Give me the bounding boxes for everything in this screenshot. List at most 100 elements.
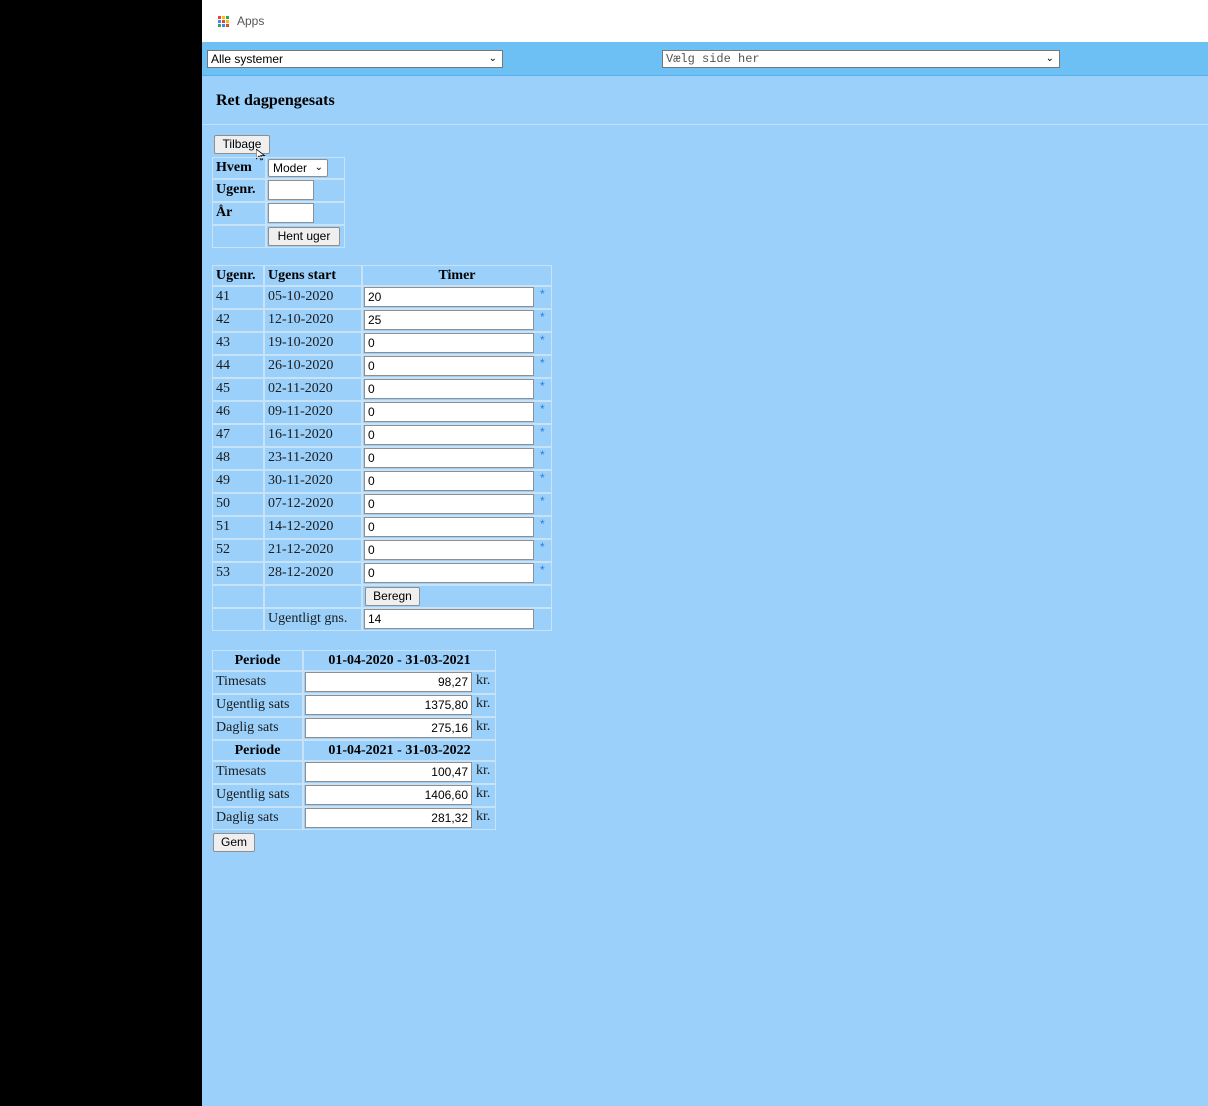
week-number-cell: 44 [212, 355, 264, 378]
rate-label: Timesats [212, 761, 303, 784]
who-label: Hvem [212, 157, 266, 179]
weeks-header-hours: Timer [362, 265, 552, 286]
calculate-button[interactable]: Beregn [365, 587, 420, 606]
week-number-cell: 45 [212, 378, 264, 401]
week-start-cell: 19-10-2020 [264, 332, 362, 355]
week-number-cell: 49 [212, 470, 264, 493]
week-start-cell: 16-11-2020 [264, 424, 362, 447]
currency-unit: kr. [476, 809, 491, 824]
rate-label: Daglig sats [212, 717, 303, 740]
who-select[interactable]: Moder ⌄ [268, 159, 328, 177]
system-select-value: Alle systemer [211, 52, 284, 66]
chevron-down-icon: ⌄ [488, 53, 497, 64]
rate-value-input[interactable]: 1406,60 [305, 785, 472, 805]
empty-cell [212, 608, 264, 631]
hours-input[interactable]: 0 [364, 402, 534, 422]
week-number-cell: 48 [212, 447, 264, 470]
weeks-header-start: Ugens start [264, 265, 362, 286]
hours-input[interactable]: 0 [364, 379, 534, 399]
required-asterisk: * [540, 494, 545, 508]
required-asterisk: * [540, 540, 545, 554]
bookmarks-bar: Apps [202, 0, 1208, 42]
week-number-cell: 46 [212, 401, 264, 424]
required-asterisk: * [540, 333, 545, 347]
rate-label: Daglig sats [212, 807, 303, 830]
currency-unit: kr. [476, 719, 491, 734]
week-label: Ugenr. [212, 179, 266, 202]
hours-input[interactable]: 0 [364, 448, 534, 468]
hours-input[interactable]: 0 [364, 356, 534, 376]
empty-cell [264, 585, 362, 608]
required-asterisk: * [540, 563, 545, 577]
average-label: Ugentligt gns. [264, 608, 362, 631]
week-number-cell: 53 [212, 562, 264, 585]
empty-cell [212, 585, 264, 608]
weeks-header-week: Ugenr. [212, 265, 264, 286]
title-divider [202, 124, 1208, 125]
fetch-weeks-button[interactable]: Hent uger [268, 227, 340, 246]
period-range: 01-04-2020 - 31-03-2021 [303, 650, 496, 671]
rate-value-input[interactable]: 281,32 [305, 808, 472, 828]
required-asterisk: * [540, 310, 545, 324]
required-asterisk: * [540, 517, 545, 531]
rate-label: Ugentlig sats [212, 694, 303, 717]
required-asterisk: * [540, 425, 545, 439]
currency-unit: kr. [476, 786, 491, 801]
page-title: Ret dagpengesats [216, 92, 335, 109]
required-asterisk: * [540, 356, 545, 370]
week-input[interactable] [268, 180, 314, 200]
apps-bookmark[interactable]: Apps [237, 14, 264, 28]
currency-unit: kr. [476, 696, 491, 711]
week-start-cell: 07-12-2020 [264, 493, 362, 516]
year-input[interactable] [268, 203, 314, 223]
hours-input[interactable]: 25 [364, 310, 534, 330]
rate-value-input[interactable]: 98,27 [305, 672, 472, 692]
week-start-cell: 26-10-2020 [264, 355, 362, 378]
chevron-down-icon: ⌄ [314, 162, 323, 173]
week-start-cell: 23-11-2020 [264, 447, 362, 470]
week-start-cell: 14-12-2020 [264, 516, 362, 539]
week-number-cell: 52 [212, 539, 264, 562]
week-number-cell: 42 [212, 309, 264, 332]
required-asterisk: * [540, 287, 545, 301]
week-start-cell: 21-12-2020 [264, 539, 362, 562]
week-number-cell: 47 [212, 424, 264, 447]
save-button[interactable]: Gem [213, 833, 255, 852]
period-label: Periode [212, 650, 303, 671]
hours-input[interactable]: 0 [364, 471, 534, 491]
page-select[interactable]: Vælg side her ⌄ [662, 50, 1060, 68]
hours-input[interactable]: 0 [364, 540, 534, 560]
chevron-down-icon: ⌄ [1045, 53, 1054, 64]
hours-input[interactable]: 20 [364, 287, 534, 307]
who-select-value: Moder [273, 161, 308, 175]
empty-cell [212, 225, 266, 248]
hours-input[interactable]: 0 [364, 333, 534, 353]
rate-value-input[interactable]: 275,16 [305, 718, 472, 738]
week-start-cell: 05-10-2020 [264, 286, 362, 309]
average-input[interactable]: 14 [364, 609, 534, 629]
page-select-value: Vælg side her [666, 52, 760, 66]
system-bar: Alle systemer ⌄ Vælg side her ⌄ [202, 42, 1208, 76]
rate-value-input[interactable]: 1375,80 [305, 695, 472, 715]
week-start-cell: 09-11-2020 [264, 401, 362, 424]
week-number-cell: 50 [212, 493, 264, 516]
required-asterisk: * [540, 471, 545, 485]
rate-label: Ugentlig sats [212, 784, 303, 807]
week-number-cell: 43 [212, 332, 264, 355]
hours-input[interactable]: 0 [364, 494, 534, 514]
week-start-cell: 30-11-2020 [264, 470, 362, 493]
browser-viewport: Apps Alle systemer ⌄ Vælg side her ⌄ Ret… [202, 0, 1208, 1106]
hours-input[interactable]: 0 [364, 425, 534, 445]
rate-label: Timesats [212, 671, 303, 694]
apps-grid-icon[interactable] [218, 15, 229, 27]
week-start-cell: 02-11-2020 [264, 378, 362, 401]
required-asterisk: * [540, 379, 545, 393]
currency-unit: kr. [476, 673, 491, 688]
hours-input[interactable]: 0 [364, 563, 534, 583]
week-start-cell: 28-12-2020 [264, 562, 362, 585]
period-range: 01-04-2021 - 31-03-2022 [303, 740, 496, 761]
rate-value-input[interactable]: 100,47 [305, 762, 472, 782]
system-select[interactable]: Alle systemer ⌄ [207, 50, 503, 68]
week-number-cell: 41 [212, 286, 264, 309]
hours-input[interactable]: 0 [364, 517, 534, 537]
